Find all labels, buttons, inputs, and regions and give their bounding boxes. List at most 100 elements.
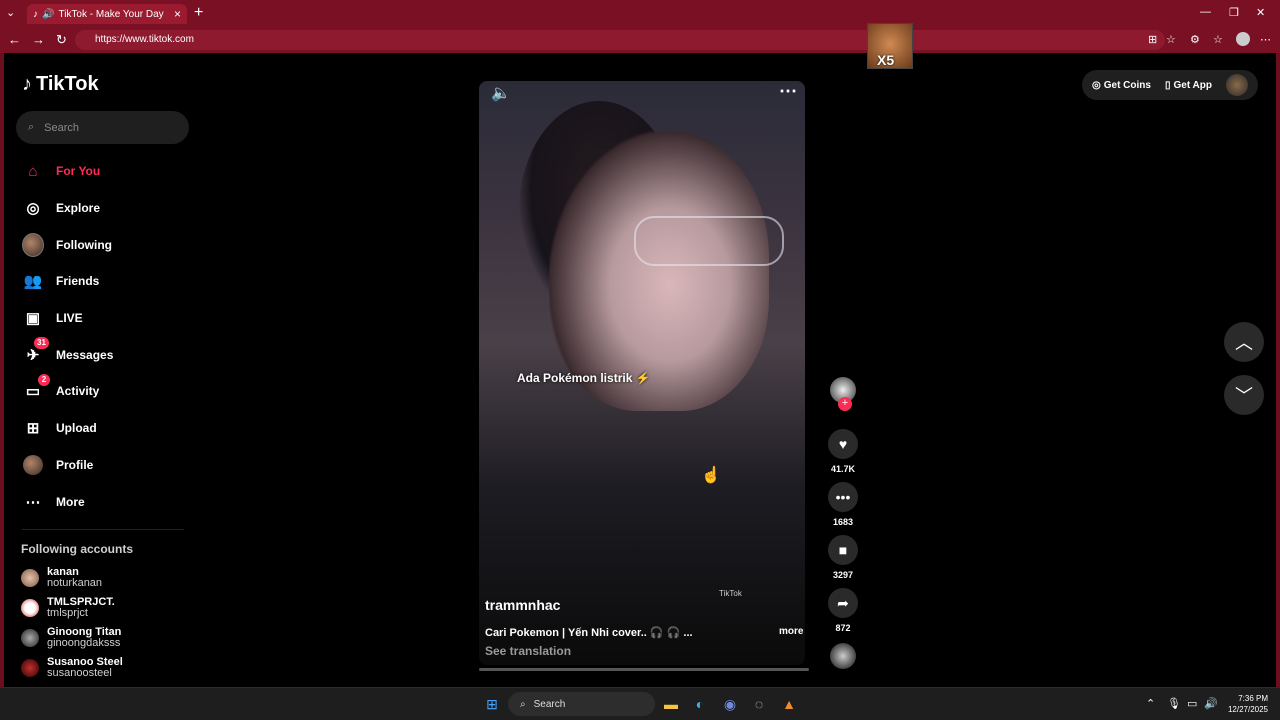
tiktok-logo[interactable]: ♪ TikTok <box>22 73 99 96</box>
share-button[interactable]: ➦ <box>828 588 858 618</box>
comment-button[interactable]: ••• <box>828 482 858 512</box>
following-account-item[interactable]: Ginoong Titan ginoongdaksss <box>21 623 201 653</box>
video-username[interactable]: trammnhac <box>485 597 560 613</box>
nav-following[interactable]: Following <box>22 226 202 263</box>
taskbar-search[interactable]: ⌕ Search <box>508 692 655 716</box>
see-translation-link[interactable]: See translation <box>485 644 571 658</box>
comment-icon: ••• <box>835 489 851 505</box>
new-tab-button[interactable]: + <box>194 4 203 22</box>
activity-badge: 2 <box>38 374 50 387</box>
following-avatar <box>22 232 44 257</box>
discord-icon[interactable]: ◉ <box>720 694 740 714</box>
heart-icon: ♥ <box>838 436 848 452</box>
app-icon[interactable]: ◌ <box>749 694 769 714</box>
settings-more-icon[interactable]: ⋯ <box>1260 33 1271 46</box>
video-description: Cari Pokemon | Yến Nhi cover.. 🎧 🎧 ... <box>485 627 693 639</box>
account-handle: ginoongdaksss <box>47 637 121 649</box>
upload-icon: ⊞ <box>26 420 40 438</box>
favorite-star-icon[interactable]: ☆ <box>1166 33 1176 46</box>
logo-text: TikTok <box>36 73 99 95</box>
nav-more[interactable]: ⋯ More <box>22 483 202 520</box>
nav-label: Profile <box>56 457 94 472</box>
nav-activity[interactable]: ▭ 2 Activity <box>22 373 202 410</box>
volume-tray-icon[interactable]: 🔊 <box>1204 697 1218 710</box>
nav-explore[interactable]: ◎ Explore <box>22 190 202 227</box>
nav-messages[interactable]: ✈ 31 Messages <box>22 336 202 373</box>
more-icon: ⋯ <box>25 493 41 511</box>
video-more-link[interactable]: more <box>779 626 803 637</box>
tab-close-icon[interactable]: × <box>174 7 181 21</box>
browser-tab[interactable]: ♪ 🔊 TikTok - Make Your Day × <box>27 4 187 24</box>
divider <box>22 529 184 530</box>
nav-for-you[interactable]: ⌂ For You <box>22 153 202 190</box>
top-right-actions: ◎ Get Coins ▯ Get App <box>1082 70 1258 100</box>
get-app-label: Get App <box>1173 79 1212 91</box>
save-count: 3297 <box>832 570 854 580</box>
search-input[interactable]: ⌕ Search <box>16 111 189 144</box>
like-button[interactable]: ♥ <box>828 429 858 459</box>
tab-audio-icon[interactable]: 🔊 <box>42 9 54 20</box>
minimize-button[interactable]: — <box>1200 6 1211 18</box>
clock-date: 12/27/2025 <box>1227 705 1268 714</box>
back-icon[interactable]: ← <box>8 32 21 47</box>
music-disc-icon[interactable] <box>830 643 856 669</box>
windows-start-icon[interactable]: ⊞ <box>482 694 502 714</box>
chevron-up-icon: ︿ <box>1235 333 1253 353</box>
microphone-icon[interactable]: 🎙 <box>1167 697 1181 710</box>
nav-profile[interactable]: Profile <box>22 447 202 484</box>
browser-tab-bar: ⌄ ♪ 🔊 TikTok - Make Your Day × + — ❐ ✕ <box>0 0 1280 27</box>
video-progress-bar[interactable] <box>479 668 809 671</box>
volume-icon[interactable]: 🔈 <box>491 83 511 103</box>
account-handle: noturkanan <box>47 577 103 589</box>
nav-label: Upload <box>56 421 97 436</box>
home-icon: ⌂ <box>28 162 38 180</box>
favorites-icon[interactable]: ☆ <box>1213 33 1223 46</box>
sidebar-nav: ⌂ For You ◎ Explore Following 👥 Friends … <box>22 153 202 520</box>
friends-icon: 👥 <box>23 273 43 291</box>
video-more-icon[interactable]: ⋯ <box>779 81 797 102</box>
following-account-item[interactable]: Susanoo Steel susanoosteel <box>21 653 201 683</box>
forward-icon[interactable]: → <box>32 32 45 47</box>
reader-icon[interactable]: ⊞ <box>1148 33 1157 46</box>
reload-icon[interactable]: ↻ <box>56 32 67 48</box>
extensions-icon[interactable]: ⚙ <box>1190 33 1200 46</box>
search-icon: ⌕ <box>520 698 526 710</box>
network-icon[interactable]: ▭ <box>1187 697 1197 710</box>
address-bar[interactable]: https://www.tiktok.com <box>75 30 1165 50</box>
nav-label: Activity <box>56 384 100 399</box>
profile-avatar[interactable] <box>1236 32 1250 46</box>
taskbar-clock[interactable]: 7:36 PM 12/27/2025 <box>1222 693 1268 715</box>
sticker-text: X5 <box>877 52 895 68</box>
follow-plus-icon[interactable]: + <box>838 397 852 411</box>
clock-time: 7:36 PM <box>1238 694 1268 703</box>
following-accounts-list: kanan noturkanan TMLSPRJCT. tmlsprjct Gino… <box>21 563 201 683</box>
get-app-button[interactable]: ▯ Get App <box>1165 80 1212 91</box>
close-window-button[interactable]: ✕ <box>1256 6 1265 19</box>
like-count: 41.7K <box>830 464 856 474</box>
video-player[interactable]: 🔈 ⋯ Ada Pokémon listrik ⚡ TikTok trammnh… <box>479 81 805 665</box>
save-button[interactable]: ■ <box>828 535 858 565</box>
following-account-item[interactable]: kanan noturkanan <box>21 563 201 593</box>
app-orange-icon[interactable]: ▲ <box>779 694 799 714</box>
previous-video-button[interactable]: ︿ <box>1224 322 1264 362</box>
nav-live[interactable]: ▣ LIVE <box>22 300 202 337</box>
search-placeholder: Search <box>44 121 80 134</box>
get-coins-button[interactable]: ◎ Get Coins <box>1092 80 1151 91</box>
share-count: 872 <box>835 623 851 633</box>
nav-upload[interactable]: ⊞ Upload <box>22 410 202 447</box>
tab-list-chevron-icon[interactable]: ⌄ <box>6 6 15 19</box>
next-video-button[interactable]: ﹀ <box>1224 375 1264 415</box>
restore-button[interactable]: ❐ <box>1229 6 1239 19</box>
file-explorer-icon[interactable]: ▬ <box>661 694 681 714</box>
tray-chevron-icon[interactable]: ⌃ <box>1146 697 1155 710</box>
following-account-item[interactable]: TMLSPRJCT. tmlsprjct <box>21 593 201 623</box>
tiktok-note-icon: ♪ <box>22 73 32 95</box>
nav-friends[interactable]: 👥 Friends <box>22 263 202 300</box>
edge-icon[interactable]: ◐ <box>690 694 710 714</box>
nav-label: Explore <box>56 201 101 216</box>
creator-avatar[interactable]: + <box>830 377 856 411</box>
windows-taskbar: ⊞ ⌕ Search ▬ ◐ ◉ ◌ ▲ ⌃ 🎙 ▭ 🔊 7:36 PM 12/… <box>0 688 1280 720</box>
user-avatar[interactable] <box>1226 74 1248 96</box>
nav-label: For You <box>56 164 101 179</box>
phone-icon: ▯ <box>1164 79 1171 91</box>
